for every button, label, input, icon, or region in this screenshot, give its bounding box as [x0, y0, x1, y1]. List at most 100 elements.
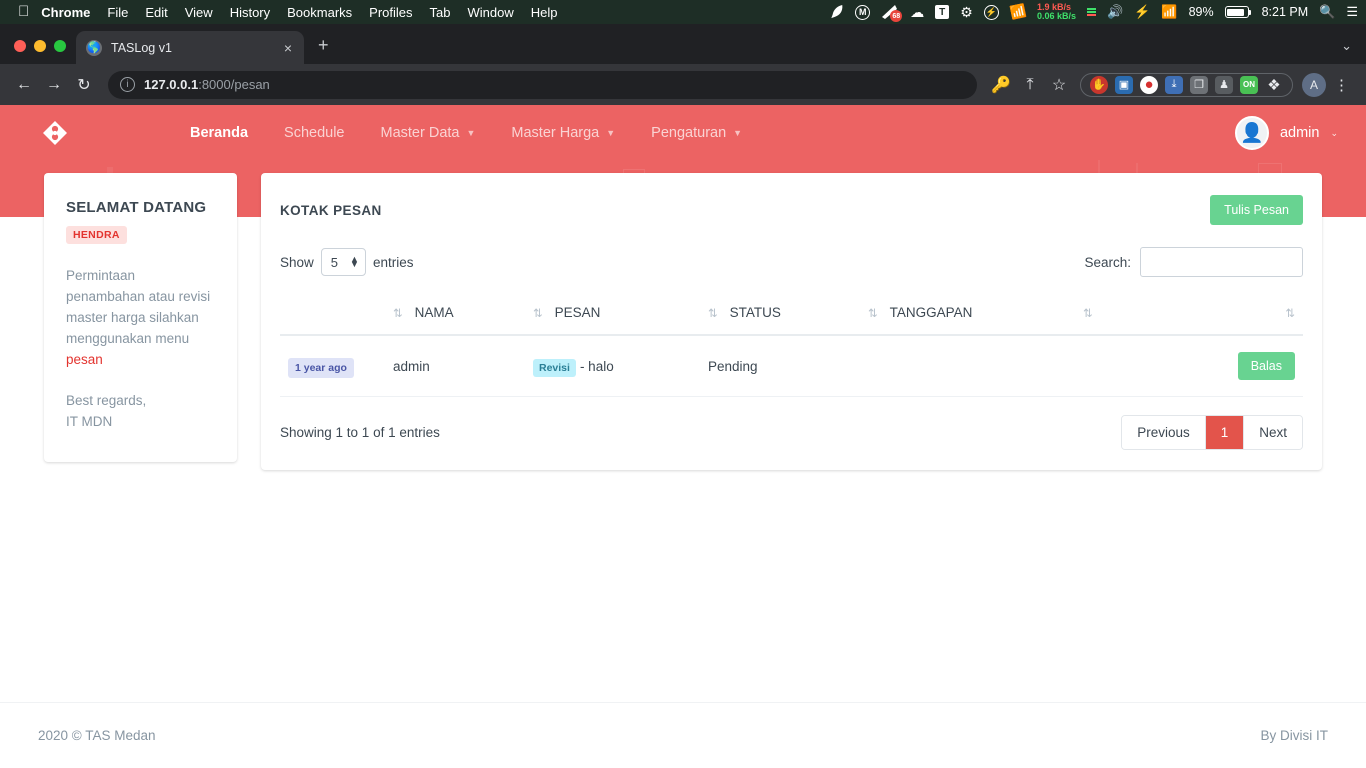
chevron-down-icon: ▼	[606, 128, 616, 138]
balas-button[interactable]: Balas	[1237, 352, 1295, 380]
new-tab-button[interactable]: +	[304, 35, 341, 64]
col-nama[interactable]: ⇅ NAMA	[385, 293, 525, 336]
power-status-icon[interactable]: ⚡	[983, 4, 999, 20]
page-length-select[interactable]: 5 ▲ ▼	[320, 248, 366, 276]
forward-button[interactable]: →	[40, 71, 68, 99]
navbar-links: Beranda Schedule Master Data ▼ Master Har…	[172, 117, 760, 149]
feather-status-icon[interactable]	[830, 4, 844, 20]
welcome-body: Permintaan penambahan atau revisi master…	[66, 266, 215, 371]
back-button[interactable]: ←	[10, 71, 38, 99]
nav-item-schedule[interactable]: Schedule	[266, 117, 362, 149]
table-row[interactable]: 1 year ago admin Revisi - halo Pending Ba…	[280, 335, 1303, 397]
network-download-rate: 0.06 kB/s	[1036, 11, 1076, 21]
key-icon[interactable]: 🔑	[987, 71, 1015, 99]
col-waktu[interactable]	[280, 293, 385, 336]
menu-item-chrome[interactable]: Chrome	[41, 5, 90, 20]
browser-tab[interactable]: 🌎 TASLog v1 ×	[76, 31, 304, 64]
user-badge: HENDRA	[66, 226, 127, 244]
battery-icon[interactable]	[1224, 6, 1252, 18]
nav-item-master-harga[interactable]: Master Harga ▼	[493, 117, 633, 149]
welcome-signature: Best regards, IT MDN	[66, 391, 215, 433]
tulis-pesan-button[interactable]: Tulis Pesan	[1210, 195, 1303, 225]
menu-item-edit[interactable]: Edit	[145, 5, 167, 20]
nav-item-beranda[interactable]: Beranda	[172, 117, 266, 149]
star-icon[interactable]: ☆	[1045, 71, 1073, 99]
col-aksi[interactable]: ⇅	[1205, 293, 1303, 336]
share-icon[interactable]: ⤒	[1016, 71, 1044, 99]
url-text: 127.0.0.1:8000/pesan	[144, 77, 270, 92]
chevron-down-icon: ⌄	[1330, 127, 1338, 138]
menu-item-file[interactable]: File	[107, 5, 128, 20]
menu-item-view[interactable]: View	[185, 5, 213, 20]
col-tanggapan[interactable]: ⇅ TANGGAPAN	[860, 293, 1075, 336]
col-label: PESAN	[554, 305, 601, 320]
extensions-puzzle-icon[interactable]: ❖	[1265, 76, 1283, 94]
chevron-down-icon: ▼	[466, 128, 476, 138]
menu-item-profiles[interactable]: Profiles	[369, 5, 412, 20]
clipboard-icon[interactable]: ❐	[1190, 75, 1208, 94]
col-status[interactable]: ⇅ STATUS	[700, 293, 860, 336]
pesan-link[interactable]: pesan	[66, 352, 103, 367]
table-header-row: ⇅ NAMA ⇅ PESAN ⇅ STATUS ⇅ TANGGAPAN ⇅ ⇅	[280, 293, 1303, 336]
video-downloader-icon[interactable]: ⤓	[1165, 75, 1183, 94]
info-icon[interactable]: i	[120, 77, 135, 92]
profile-avatar[interactable]: A	[1302, 72, 1326, 97]
menu-bar-clock[interactable]: 8:21 PM	[1262, 5, 1309, 19]
apple-menu-icon[interactable]: 	[8, 4, 41, 21]
diamond-logo-icon[interactable]	[38, 116, 72, 150]
bolt-status-icon[interactable]: ⚡	[1134, 4, 1150, 20]
sort-icon: ⇅	[868, 308, 878, 320]
cloud-check-status-icon[interactable]: ☁	[910, 4, 924, 21]
close-window-button[interactable]	[14, 40, 26, 52]
pagination-page-1[interactable]: 1	[1205, 416, 1245, 449]
nav-item-master-data[interactable]: Master Data ▼	[363, 117, 494, 149]
url-host: 127.0.0.1	[144, 77, 199, 92]
volume-status-icon[interactable]: 🔊	[1107, 4, 1123, 20]
page-length-value: 5	[330, 254, 339, 270]
footer-copyright: 2020 © TAS Medan	[38, 728, 156, 743]
spotlight-search-icon[interactable]: 🔍	[1319, 4, 1335, 20]
minimize-window-button[interactable]	[34, 40, 46, 52]
address-bar[interactable]: i 127.0.0.1:8000/pesan	[108, 70, 977, 99]
search-input[interactable]	[1140, 247, 1303, 277]
menu-item-help[interactable]: Help	[531, 5, 558, 20]
textbox-status-icon[interactable]: T	[935, 5, 950, 19]
wifi-status-icon[interactable]: 📶	[1161, 4, 1177, 20]
pagination-next[interactable]: Next	[1244, 416, 1302, 449]
screen-recorder-icon[interactable]: ●	[1140, 75, 1158, 94]
control-center-icon[interactable]: ☰	[1346, 4, 1358, 20]
user-menu[interactable]: 👤 admin ⌄	[1234, 116, 1338, 150]
close-icon[interactable]: ×	[282, 40, 294, 56]
pocket-icon[interactable]: ▣	[1115, 75, 1133, 94]
chrome-toolbar: ← → ↻ i 127.0.0.1:8000/pesan 🔑 ⤒ ☆ ✋ ▣ ●…	[0, 64, 1366, 105]
col-label: NAMA	[414, 305, 454, 320]
menu-item-window[interactable]: Window	[468, 5, 514, 20]
network-stats[interactable]: 1.9 kB/s 0.06 kB/s	[1036, 2, 1076, 22]
chevron-down-icon[interactable]: ⌄	[1341, 38, 1366, 64]
ublock-origin-icon[interactable]: ✋	[1090, 75, 1108, 94]
globe-icon: 🌎	[86, 39, 102, 56]
kebab-menu-icon[interactable]: ⋮	[1327, 76, 1356, 94]
col-pesan[interactable]: ⇅ PESAN	[525, 293, 700, 336]
search-label: Search:	[1084, 254, 1131, 270]
menu-item-history[interactable]: History	[230, 5, 270, 20]
revisi-badge: Revisi	[533, 358, 576, 377]
maximize-window-button[interactable]	[54, 40, 66, 52]
battery-percent: 89%	[1188, 5, 1214, 19]
cell-extra	[1075, 335, 1205, 397]
nav-label: Pengaturan	[651, 125, 727, 141]
nav-item-pengaturan[interactable]: Pengaturan ▼	[633, 117, 760, 149]
welcome-card: SELAMAT DATANG HENDRA Permintaan penamba…	[44, 173, 237, 463]
people-extension-icon[interactable]: ♟	[1215, 75, 1233, 94]
gear-status-icon[interactable]: ⚙	[960, 4, 973, 21]
monitor-status-icon[interactable]: M	[855, 4, 871, 20]
pagination-previous[interactable]: Previous	[1122, 416, 1206, 449]
chrome-tab-strip: 🌎 TASLog v1 × + ⌄	[0, 24, 1366, 64]
on-toggle-icon[interactable]: ON	[1240, 75, 1258, 94]
reload-button[interactable]: ↻	[70, 71, 98, 99]
menu-item-bookmarks[interactable]: Bookmarks	[287, 5, 352, 20]
notifications-status-icon[interactable]: 68	[881, 4, 903, 22]
col-extra-1[interactable]: ⇅	[1075, 293, 1205, 336]
menu-item-tab[interactable]: Tab	[430, 5, 451, 20]
signal-status-icon[interactable]: 📶	[1008, 2, 1027, 21]
